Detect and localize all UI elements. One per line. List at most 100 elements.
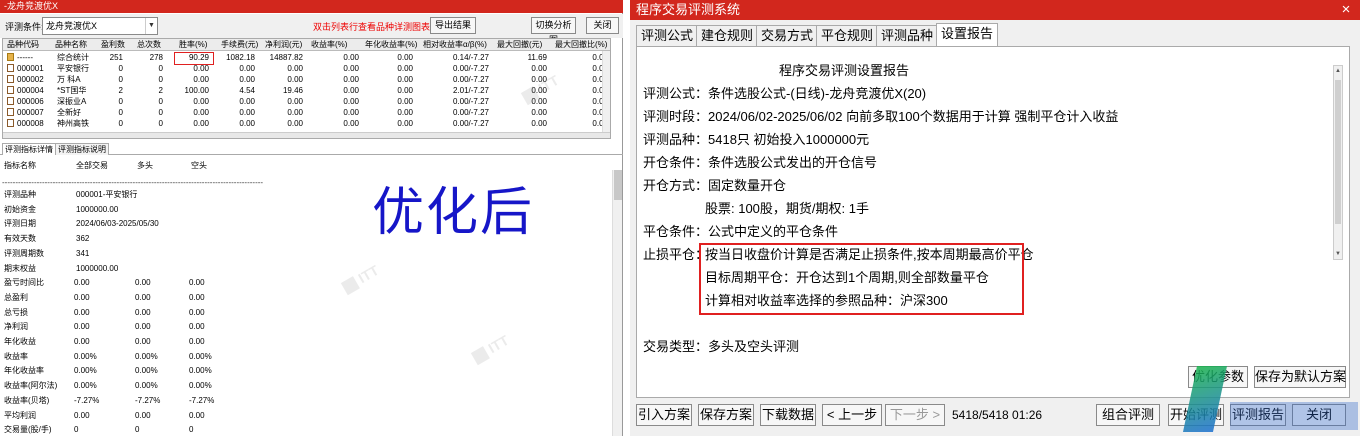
stats-col-name: 指标名称 [4,161,36,170]
tab-close-rules[interactable]: 平仓规则 [816,25,879,46]
site-logo-icon [1182,362,1360,436]
stat-value: 0.00 [135,292,151,302]
stat-value: -7.27% [189,395,215,405]
stat-name: 有效天数 [4,234,36,244]
tab-metric-detail[interactable]: 评测指标详情 [2,143,56,155]
close-button[interactable]: 关闭 [586,17,619,34]
tab-formula[interactable]: 评测公式 [636,25,699,46]
switch-chart-button[interactable]: 切换分析图 [531,17,576,45]
win-rate-highlight-box [174,52,214,65]
report-line-instruments: 评测品种：5418只 初始投入1000000元 [643,132,870,147]
import-plan-button[interactable]: 引入方案 [636,404,692,426]
table-row[interactable]: 000006 深振业A 0 0 0.00 0.00 0.00 0.00 0.00 0.00/-7.… [3,96,610,107]
next-step-button[interactable]: 下一步 > [885,404,945,426]
tab-metric-explain[interactable]: 评测指标说明 [55,143,109,155]
tab-trade-mode[interactable]: 交易方式 [756,25,819,46]
window-title: -龙舟竞渡优X [0,0,623,13]
column-header[interactable]: 相对收益率α/β(%) [423,39,487,51]
column-header[interactable]: 年化收益率(%) [365,39,417,51]
stock-item-icon [7,64,14,72]
column-header[interactable]: 胜率(%) [179,39,207,51]
prev-step-button[interactable]: < 上一步 [822,404,882,426]
report-vertical-scrollbar[interactable]: ▲ ▼ [1333,65,1343,260]
stat-value: 0.00 [135,322,151,332]
scroll-up-icon[interactable]: ▲ [1334,66,1342,76]
stat-value: 1000000.00 [76,204,119,214]
table-cell-text: ------ [17,53,33,62]
table-row[interactable]: 000008 神州高铁 0 0 0.00 0.00 0.00 0.00 0.00 0.00/-7.… [3,118,610,129]
table-cell: 0 [158,119,163,128]
combo-eval-button[interactable]: 组合评测 [1096,404,1160,426]
stat-name: 盈亏时间比 [4,278,44,288]
stat-value: 0.00% [189,351,212,361]
tab-report-settings[interactable]: 设置报告 [936,23,999,47]
column-header[interactable]: 收益率(%) [311,39,347,51]
chevron-down-icon[interactable]: ▼ [145,18,157,34]
report-line-trade-type: 交易类型：多头及空头评测 [643,339,800,354]
stat-value: 000001-平安银行 [76,190,138,199]
double-click-hint: 双击列表行查看品种详测图表 [313,22,431,32]
column-header[interactable]: 品种名称 [55,39,87,51]
column-header[interactable]: 净利润(元) [265,39,302,51]
column-header[interactable]: 品种代码 [7,39,39,51]
table-cell-text: 000007 [17,108,44,117]
column-header[interactable]: 总次数 [137,39,161,51]
table-vertical-scrollbar[interactable] [602,51,610,134]
close-icon[interactable]: × [1338,0,1354,20]
table-row[interactable]: 000007 全新好 0 0 0.00 0.00 0.00 0.00 0.00 0.00/-7.2… [3,107,610,118]
table-header: 品种代码 品种名称 盈利数 总次数 胜率(%) 手续费(元) 净利润(元) 收益率(%) 年化收… [3,39,610,51]
detail-tabs: 评测指标详情 评测指标说明 [0,142,623,155]
progress-status: 5418/5418 01:26 [952,408,1043,422]
column-header[interactable]: 盈利数 [101,39,125,51]
stat-value: 1000000.00 [76,263,119,273]
stat-name: 收益率(阿尔法) [4,381,58,391]
table-cell: 0.00 [239,119,255,128]
stat-value: 0 [74,425,79,435]
scrollbar-thumb[interactable] [614,170,622,200]
scrollbar-thumb[interactable] [1335,80,1341,224]
report-line-formula: 评测公式：条件选股公式-(日线)-龙舟竞渡优X(20) [643,86,927,101]
report-line-period: 评测时段：2024/06/02-2025/06/02 向前多取100个数据用于计… [643,109,1119,124]
stat-name: 评测周期数 [4,248,44,258]
stock-item-icon [7,108,14,116]
stat-value: -7.27% [135,395,161,405]
optimized-overlay-label: 优化后 [372,183,535,243]
condition-select[interactable]: 龙舟竞渡优X ▼ [42,17,158,35]
report-line-open-condition: 开仓条件：条件选股公式发出的开仓信号 [643,155,878,170]
column-header[interactable]: 最大回撤(元) [497,39,542,51]
save-plan-button[interactable]: 保存方案 [698,404,754,426]
stats-col-long: 多头 [137,161,153,170]
table-cell: 0.00 [531,119,547,128]
tab-instruments[interactable]: 评测品种 [876,25,939,46]
stat-value: 0.00 [135,337,151,346]
table-horizontal-scrollbar[interactable] [3,132,610,138]
table-row[interactable]: ------ 综合统计 251 278 90.29 1082.18 14887.82 0.00… [3,52,610,63]
stat-value: -7.27% [74,395,100,405]
stat-value: 0.00 [74,337,90,346]
scroll-down-icon[interactable]: ▼ [1334,249,1342,259]
stat-value: 0.00 [74,307,90,317]
table-cell: 0.00 [193,119,209,128]
stat-value: 2024/06/03-2025/05/30 [76,219,159,229]
download-data-button[interactable]: 下载数据 [760,404,816,426]
condition-label: 评测条件: [5,22,44,32]
column-header[interactable]: 最大回撤比(%) [555,39,607,51]
stat-value: 0.00 [189,307,205,317]
stat-name: 期末权益 [4,263,36,273]
table-row[interactable]: 000002 万 科A 0 0 0.00 0.00 0.00 0.00 0.00 0.00/-7.… [3,74,610,85]
stat-value: 362 [76,234,90,244]
column-header[interactable]: 手续费(元) [221,39,258,51]
export-button[interactable]: 导出结果 [430,17,476,34]
settings-report-panel: 程序交易评测设置报告 评测公式：条件选股公式-(日线)-龙舟竞渡优X(20) 评… [636,46,1350,398]
result-toolbar: 评测条件: 龙舟竞渡优X ▼ 双击列表行查看品种详测图表 导出结果 切换分析图 … [0,14,623,45]
stat-name: 收益率(贝塔) [4,395,50,405]
table-row[interactable]: 000001 平安银行 0 0 0.00 0.00 0.00 0.00 0.00 0.00/-7.… [3,63,610,74]
table-cell-text: 000001 [17,64,44,73]
stock-item-icon [7,119,14,127]
stat-value: 0.00 [74,292,90,302]
tab-open-rules[interactable]: 建仓规则 [696,25,759,46]
stats-vertical-scrollbar[interactable] [612,170,622,436]
stat-name: 评测品种 [4,190,36,199]
stat-value: 0.00% [189,366,212,376]
stat-value: 0 [135,425,140,435]
